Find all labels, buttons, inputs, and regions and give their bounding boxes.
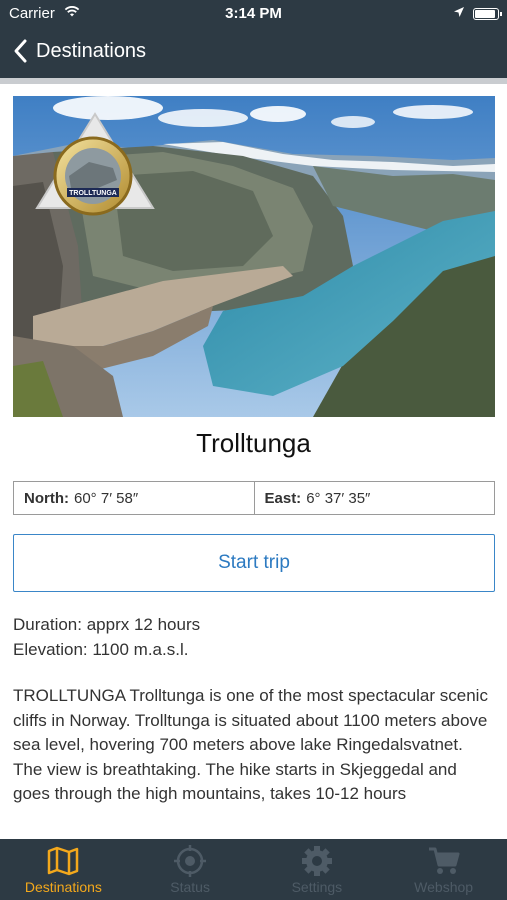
navigation-bar: Destinations [0, 30, 507, 76]
destination-title: Trolltunga [196, 428, 311, 458]
gear-icon [301, 846, 332, 876]
status-bar: Carrier 3:14 PM [0, 0, 507, 28]
trip-facts: Duration: apprx 12 hours Elevation: 1100… [13, 612, 495, 662]
top-bar: Carrier 3:14 PM Destinations [0, 0, 507, 80]
tab-label-webshop: Webshop [414, 879, 474, 895]
elevation-text: Elevation: 1100 m.a.s.l. [13, 640, 189, 659]
duration-text: Duration: apprx 12 hours [13, 615, 201, 634]
svg-text:TROLLTUNGA: TROLLTUNGA [69, 190, 117, 197]
map-icon [48, 846, 79, 876]
cart-icon [428, 847, 460, 874]
tab-settings[interactable]: Settings [254, 839, 381, 900]
back-button[interactable]: Destinations [10, 38, 146, 64]
coordinates-box: North: 60° 7′ 58″ East: 6° 37′ 35″ [13, 481, 495, 515]
tab-label-settings: Settings [291, 879, 343, 895]
chevron-left-icon [14, 39, 27, 63]
tab-webshop[interactable]: Webshop [380, 839, 507, 900]
tab-status[interactable]: Status [127, 839, 254, 900]
tab-label-status: Status [170, 879, 210, 895]
east-coordinate: East: 6° 37′ 35″ [253, 482, 495, 514]
start-trip-button[interactable]: Start trip [13, 534, 495, 592]
east-value: 6° 37′ 35″ [306, 489, 371, 507]
back-button-label: Destinations [36, 39, 147, 62]
destination-description: TROLLTUNGA Trolltunga is one of the most… [13, 686, 488, 803]
tab-bar: Destinations Status Settings Webshop [0, 839, 507, 900]
north-value: 60° 7′ 58″ [74, 489, 139, 507]
location-arrow-icon [453, 5, 465, 23]
tab-destinations[interactable]: Destinations [0, 839, 127, 900]
north-label: North: [24, 489, 69, 507]
clock: 3:14 PM [225, 5, 282, 22]
nav-divider [0, 78, 507, 84]
tab-label-destinations: Destinations [24, 879, 102, 895]
north-coordinate: North: 60° 7′ 58″ [14, 482, 254, 514]
destination-photo: TROLLTUNGA [13, 96, 495, 417]
east-label: East: [264, 489, 302, 507]
battery-icon [473, 8, 502, 20]
crosshair-icon [174, 845, 207, 877]
